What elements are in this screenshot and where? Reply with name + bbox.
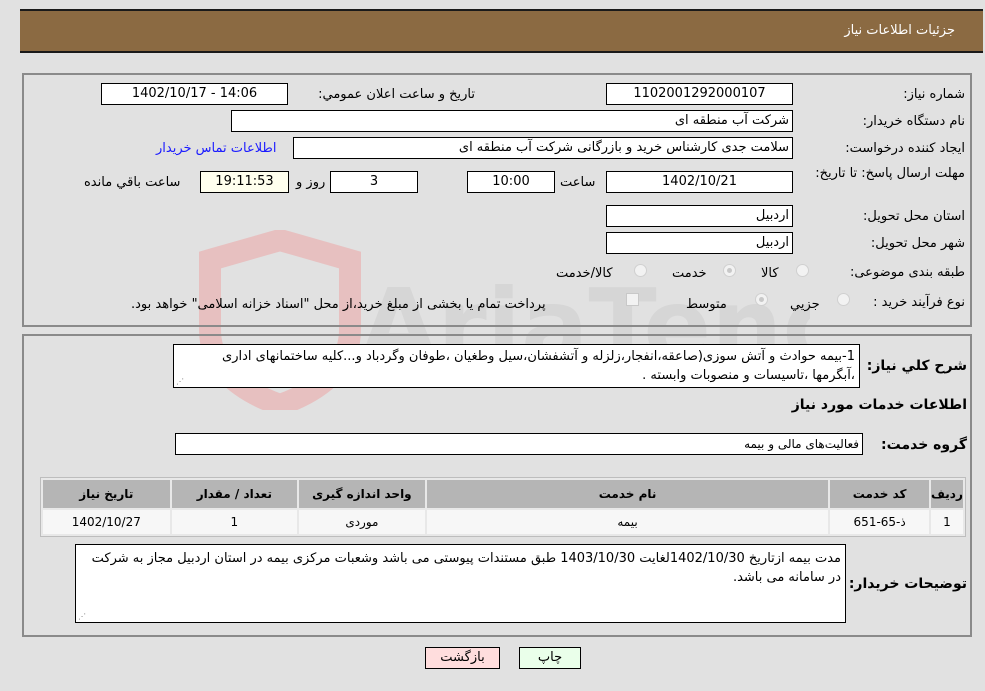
category-label: طبقه بندی موضوعی: xyxy=(849,265,965,280)
col-header-unit: واحد اندازه گیری xyxy=(299,480,425,508)
need-number-field: 1102001292000107 xyxy=(606,83,793,105)
col-header-need-date: تاریخ نیاز xyxy=(43,480,170,508)
description-text: 1-بیمه حوادث و آتش سوزی(صاعقه،انفجار،زلز… xyxy=(222,349,855,383)
services-table: ردیف کد خدمت نام خدمت واحد اندازه گیری ت… xyxy=(40,477,966,537)
buyer-org-field: شرکت آب منطقه ای xyxy=(231,110,793,132)
description-label: شرح کلي نیاز: xyxy=(866,358,967,374)
remaining-time-field: 19:11:53 xyxy=(200,171,289,193)
col-header-row-number: ردیف xyxy=(930,480,963,508)
resize-grip-icon[interactable]: ⋱ xyxy=(78,613,86,621)
province-field: اردبیل xyxy=(606,205,793,227)
process-type-label: نوع فرآیند خرید : xyxy=(873,295,965,310)
col-header-quantity: تعداد / مقدار xyxy=(171,480,298,508)
treasury-checkbox[interactable] xyxy=(626,293,639,306)
deadline-label: مهلت ارسال پاسخ: تا تاریخ: xyxy=(815,166,965,181)
resize-grip-icon[interactable]: ⋱ xyxy=(176,378,184,386)
deadline-date-field: 1402/10/21 xyxy=(606,171,793,193)
category-option-goods-service: کالا/خدمت xyxy=(556,266,613,281)
cell-service-name: بیمه xyxy=(426,510,829,534)
cell-row-number: 1 xyxy=(930,510,963,534)
treasury-note: پرداخت تمام یا بخشی از مبلغ خرید،از محل … xyxy=(131,297,546,312)
col-header-service-code: کد خدمت xyxy=(830,480,929,508)
city-label: شهر محل تحویل: xyxy=(870,236,965,251)
need-number-label: شماره نیاز: xyxy=(903,87,965,102)
deadline-time-field: 10:00 xyxy=(467,171,555,193)
process-radio-minor[interactable] xyxy=(837,293,850,306)
category-option-service: خدمت xyxy=(672,266,707,281)
category-radio-goods[interactable] xyxy=(796,264,809,277)
buyer-notes-text: مدت بیمه ازتاریخ 1402/10/30لغایت 1403/10… xyxy=(91,551,841,585)
cell-quantity: 1 xyxy=(171,510,298,534)
creator-field: سلامت جدی کارشناس خرید و بازرگانی شرکت آ… xyxy=(293,137,793,159)
process-radio-medium[interactable] xyxy=(755,293,768,306)
description-textarea[interactable]: 1-بیمه حوادث و آتش سوزی(صاعقه،انفجار،زلز… xyxy=(173,344,860,388)
services-table-wrap: ردیف کد خدمت نام خدمت واحد اندازه گیری ت… xyxy=(40,477,966,537)
province-label: استان محل تحویل: xyxy=(863,209,965,224)
table-row: 1 651-65-ذ بیمه موردی 1 1402/10/27 xyxy=(43,510,963,534)
category-option-goods: کالا xyxy=(761,266,779,281)
announce-datetime-label: تاریخ و ساعت اعلان عمومي: xyxy=(318,87,475,102)
process-option-minor: جزيي xyxy=(790,297,820,312)
announce-datetime-field: 1402/10/17 - 14:06 xyxy=(101,83,288,105)
city-field: اردبیل xyxy=(606,232,793,254)
page-header: جزئیات اطلاعات نیاز xyxy=(20,9,983,53)
services-section-title: اطلاعات خدمات مورد نیاز xyxy=(791,397,967,413)
back-button[interactable]: بازگشت xyxy=(425,647,500,669)
days-label: روز و xyxy=(296,175,326,190)
page-title: جزئیات اطلاعات نیاز xyxy=(844,23,955,38)
table-header-row: ردیف کد خدمت نام خدمت واحد اندازه گیری ت… xyxy=(43,480,963,508)
days-remaining-field: 3 xyxy=(330,171,418,193)
process-option-medium: متوسط xyxy=(686,297,727,312)
buyer-org-label: نام دستگاه خریدار: xyxy=(862,114,965,129)
remaining-time-label: ساعت باقي مانده xyxy=(84,175,181,190)
col-header-service-name: نام خدمت xyxy=(426,480,829,508)
cell-service-code: 651-65-ذ xyxy=(830,510,929,534)
deadline-time-label: ساعت xyxy=(560,175,596,190)
cell-unit: موردی xyxy=(299,510,425,534)
service-group-label: گروه خدمت: xyxy=(881,437,967,453)
buyer-notes-textarea[interactable]: مدت بیمه ازتاریخ 1402/10/30لغایت 1403/10… xyxy=(75,544,846,623)
buyer-contact-link[interactable]: اطلاعات تماس خریدار xyxy=(156,141,276,156)
category-radio-service[interactable] xyxy=(723,264,736,277)
service-group-field: فعالیت‌های مالی و بیمه xyxy=(175,433,863,455)
category-radio-goods-service[interactable] xyxy=(634,264,647,277)
print-button[interactable]: چاپ xyxy=(519,647,581,669)
cell-need-date: 1402/10/27 xyxy=(43,510,170,534)
creator-label: ایجاد کننده درخواست: xyxy=(845,141,965,156)
buyer-notes-label: توضیحات خریدار: xyxy=(848,576,967,592)
